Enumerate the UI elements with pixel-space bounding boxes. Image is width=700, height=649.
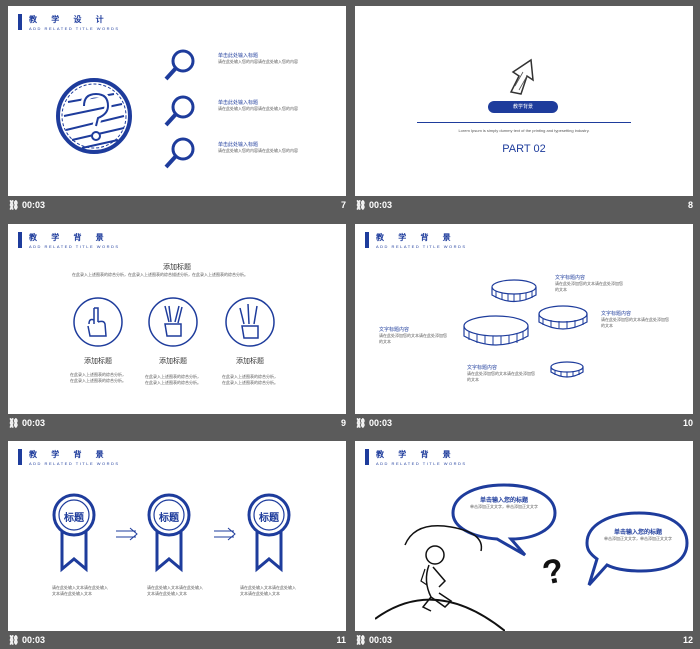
transition-time: ⛓ 00:03 [355, 418, 392, 428]
slide-description: Lorem Ipsum is simply dummy text of the … [458, 128, 590, 133]
bubble-title: 单击输入您的标题 [613, 530, 662, 536]
slide-thumb-10[interactable]: 教 学 背 景 ADD RELATED TITLE WORDS 文字标题内容 请… [355, 224, 693, 432]
part-label: PART 02 [502, 143, 546, 155]
divider [417, 122, 631, 123]
slide-number: 11 [336, 635, 346, 645]
slide-thumb-12[interactable]: 教 学 背 景 ADD RELATED TITLE WORDS 单击输入您的标题… [355, 441, 693, 649]
slide-number: 10 [682, 418, 693, 428]
hand-three-icon [225, 297, 275, 347]
slide-number: 8 [687, 200, 693, 210]
title-marker [365, 449, 369, 465]
label-text: 请在此处添加您的文本请在此处添加您的文本 [379, 333, 447, 344]
item-text: 请在此处输入您的内容请在此处输入您的内容 [218, 106, 298, 111]
hand-one-icon [73, 297, 123, 347]
title-marker [18, 14, 22, 30]
item-title: 单击此处输入标题 [218, 142, 259, 148]
double-arrow-icon [116, 527, 138, 541]
slide-title: 教 学 背 景 [376, 450, 457, 459]
title-marker [18, 449, 22, 465]
slide-subtitle: ADD RELATED TITLE WORDS [29, 461, 120, 466]
transition-time: ⛓ 00:03 [8, 200, 45, 210]
slide-title: 教 学 设 计 [29, 15, 110, 24]
pie-disc-icon [491, 279, 537, 303]
slide-subtitle: ADD RELATED TITLE WORDS [29, 26, 120, 31]
label-text: 请在此处添加您的文本请在此处添加您的文本 [555, 281, 623, 292]
medal-label: 标题 [259, 513, 279, 524]
transition-time: ⛓ 00:03 [8, 418, 45, 428]
item-text: 在此录入上述图表的综合分析，在此录入上述图表的综合分析。 [70, 372, 126, 383]
question-mark: ? [539, 551, 568, 593]
item-text: 请在此处输入文本请在此处输入文本请在此处输入文本 [147, 585, 203, 596]
section-description: 在此录入上述图表的综合分析，在此录入上述图表的综合描述分析，在此录入上述图表的综… [72, 272, 248, 277]
label-title: 文字标题内容 [467, 365, 498, 371]
list-item: 单击此处输入标题 请在此处输入您的内容请在此处输入您的内容 [218, 52, 328, 65]
medal-icon [247, 493, 291, 573]
magnifier-icon [164, 137, 195, 169]
thinker-figure-icon [375, 525, 505, 631]
slide-title: 教 学 背 景 [29, 233, 110, 242]
pie-disc-icon [550, 361, 584, 378]
medal-label: 标题 [64, 513, 84, 524]
list-item: 单击此处输入标题 请在此处输入您的内容请在此处输入您的内容 [218, 99, 328, 112]
label-block: 文字标题内容 请在此处添加您的文本请在此处添加您的文本 [467, 364, 537, 383]
magnifier-icon [164, 49, 195, 81]
label-title: 文字标题内容 [555, 275, 586, 281]
label-block: 文字标题内容 请在此处添加您的文本请在此处添加您的文本 [555, 274, 625, 293]
item-title: 添加标题 [84, 358, 112, 365]
section-title: 添加标题 [163, 264, 191, 271]
slide-subtitle: ADD RELATED TITLE WORDS [29, 244, 120, 249]
label-title: 文字标题内容 [601, 311, 632, 317]
bubble-text: 单击添加正文文字，单击添加正文文字 [604, 536, 672, 541]
arrow-icon [509, 58, 534, 95]
title-marker [365, 232, 369, 248]
slide-subtitle: ADD RELATED TITLE WORDS [376, 461, 467, 466]
bubble-content: 单击输入您的标题 单击添加正文文字，单击添加正文文字 [459, 495, 549, 510]
item-title: 添加标题 [159, 358, 187, 365]
slide-number: 12 [682, 635, 693, 645]
medal-icon [52, 493, 96, 573]
pie-disc-icon [538, 305, 588, 330]
label-block: 文字标题内容 请在此处添加您的文本请在此处添加您的文本 [379, 326, 449, 345]
label-text: 请在此处添加您的文本请在此处添加您的文本 [467, 371, 535, 382]
item-text: 请在此处输入文本请在此处输入文本请在此处输入文本 [52, 585, 108, 596]
transition-time: ⛓ 00:03 [8, 635, 45, 645]
item-text: 在此录入上述图表的综合分析，在此录入上述图表的综合分析。 [145, 374, 201, 385]
bubble-title: 单击输入您的标题 [479, 498, 528, 504]
item-text: 请在此处输入文本请在此处输入文本请在此处输入文本 [240, 585, 296, 596]
label-block: 文字标题内容 请在此处添加您的文本请在此处添加您的文本 [601, 310, 671, 329]
pie-disc-icon [463, 315, 529, 346]
title-marker [18, 232, 22, 248]
item-title: 添加标题 [236, 358, 264, 365]
medal-icon [147, 493, 191, 573]
bubble-content: 单击输入您的标题 单击添加正文文字，单击添加正文文字 [593, 527, 683, 542]
transition-time: ⛓ 00:03 [355, 200, 392, 210]
double-arrow-icon [214, 527, 236, 541]
label-text: 请在此处添加您的文本请在此处添加您的文本 [601, 317, 669, 328]
item-title: 单击此处输入标题 [218, 100, 259, 106]
list-item: 单击此处输入标题 请在此处输入您的内容请在此处输入您的内容 [218, 141, 328, 154]
slide-title: 教 学 背 景 [376, 233, 457, 242]
label-title: 文字标题内容 [379, 327, 410, 333]
bubble-text: 单击添加正文文字，单击添加正文文字 [470, 504, 538, 509]
slide-subtitle: ADD RELATED TITLE WORDS [376, 244, 467, 249]
item-text: 请在此处输入您的内容请在此处输入您的内容 [218, 148, 298, 153]
magnifier-icon [164, 95, 195, 127]
slide-thumb-9[interactable]: 教 学 背 景 ADD RELATED TITLE WORDS 添加标题 在此录… [8, 224, 346, 432]
slide-thumb-7[interactable]: 教 学 设 计 ADD RELATED TITLE WORDS 单击此处输入标题… [8, 6, 346, 214]
transition-time: ⛓ 00:03 [355, 635, 392, 645]
slide-thumb-8[interactable]: 教学背景 Lorem Ipsum is simply dummy text of… [355, 6, 693, 214]
item-text: 在此录入上述图表的综合分析，在此录入上述图表的综合分析。 [222, 374, 278, 385]
hand-two-icon [148, 297, 198, 347]
slide-number: 9 [340, 418, 346, 428]
item-title: 单击此处输入标题 [218, 53, 259, 59]
slide-title: 教 学 背 景 [29, 450, 110, 459]
section-button[interactable]: 教学背景 [488, 101, 558, 113]
item-text: 请在此处输入您的内容请在此处输入您的内容 [218, 59, 298, 64]
medal-label: 标题 [159, 513, 179, 524]
question-icon [56, 78, 132, 154]
slide-number: 7 [340, 200, 346, 210]
speech-bubble-icon [585, 511, 689, 587]
slide-thumb-11[interactable]: 教 学 背 景 ADD RELATED TITLE WORDS 标题 标题 标题… [8, 441, 346, 649]
